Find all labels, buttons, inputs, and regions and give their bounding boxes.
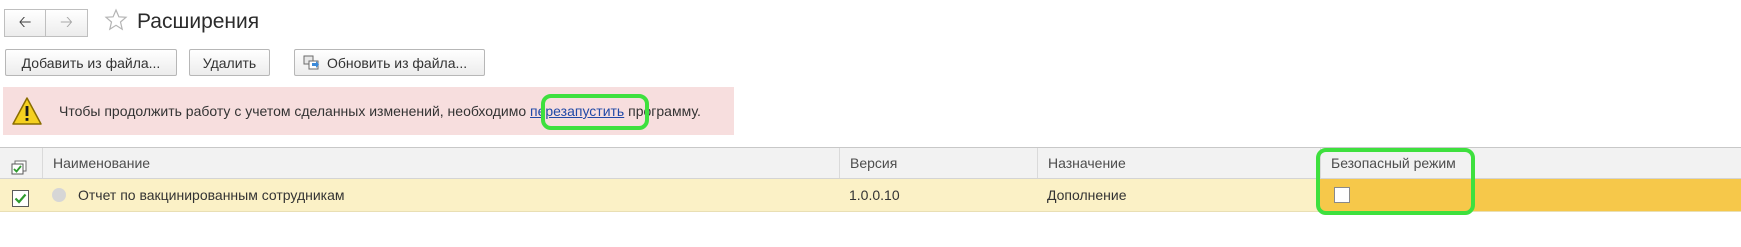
table-header: Наименование Версия Назначение Безопасны…	[0, 147, 1741, 179]
back-button[interactable]: 🡠	[4, 9, 46, 37]
add-from-file-button[interactable]: Добавить из файла...	[5, 49, 177, 76]
extension-name: Отчет по вакцинированным сотрудникам	[78, 187, 345, 203]
row-name-cell: Отчет по вакцинированным сотрудникам	[42, 179, 839, 211]
table-row[interactable]: Отчет по вакцинированным сотрудникам 1.0…	[0, 179, 1741, 212]
select-all-icon	[11, 155, 27, 175]
extension-purpose: Дополнение	[1047, 187, 1127, 203]
warning-triangle-icon	[11, 96, 43, 126]
add-from-file-label: Добавить из файла...	[21, 54, 161, 71]
active-checkbox[interactable]	[12, 186, 29, 207]
delete-label: Удалить	[202, 54, 257, 71]
arrow-left-icon: 🡠	[18, 14, 32, 31]
safe-mode-checkbox[interactable]	[1334, 187, 1350, 203]
navigation-buttons: 🡠 🡢	[4, 9, 89, 37]
delete-button[interactable]: Удалить	[189, 49, 270, 76]
restart-link[interactable]: перезапустить	[530, 103, 624, 119]
column-header-safe-mode[interactable]: Безопасный режим	[1320, 148, 1741, 178]
column-header-select[interactable]	[0, 148, 42, 178]
row-safe-mode-cell[interactable]	[1320, 179, 1741, 211]
column-header-version[interactable]: Версия	[839, 148, 1037, 178]
column-header-purpose[interactable]: Назначение	[1037, 148, 1320, 178]
warning-message: Чтобы продолжить работу с учетом сделанн…	[59, 103, 701, 119]
extension-version: 1.0.0.10	[849, 187, 900, 203]
warning-text-before: Чтобы продолжить работу с учетом сделанн…	[59, 103, 531, 119]
update-from-file-icon	[303, 55, 321, 71]
star-outline-icon[interactable]	[104, 8, 128, 32]
restart-warning-banner: Чтобы продолжить работу с учетом сделанн…	[3, 87, 734, 135]
row-active-cell	[0, 179, 42, 211]
column-header-name[interactable]: Наименование	[42, 148, 839, 178]
status-dot-icon	[52, 188, 66, 203]
arrow-right-icon: 🡢	[60, 14, 73, 31]
update-from-file-button[interactable]: Обновить из файла...	[294, 49, 485, 76]
forward-button[interactable]: 🡢	[46, 9, 88, 37]
page-title: Расширения	[137, 10, 260, 33]
warning-text-after: программу.	[624, 103, 701, 119]
update-from-file-label: Обновить из файла...	[327, 54, 468, 71]
